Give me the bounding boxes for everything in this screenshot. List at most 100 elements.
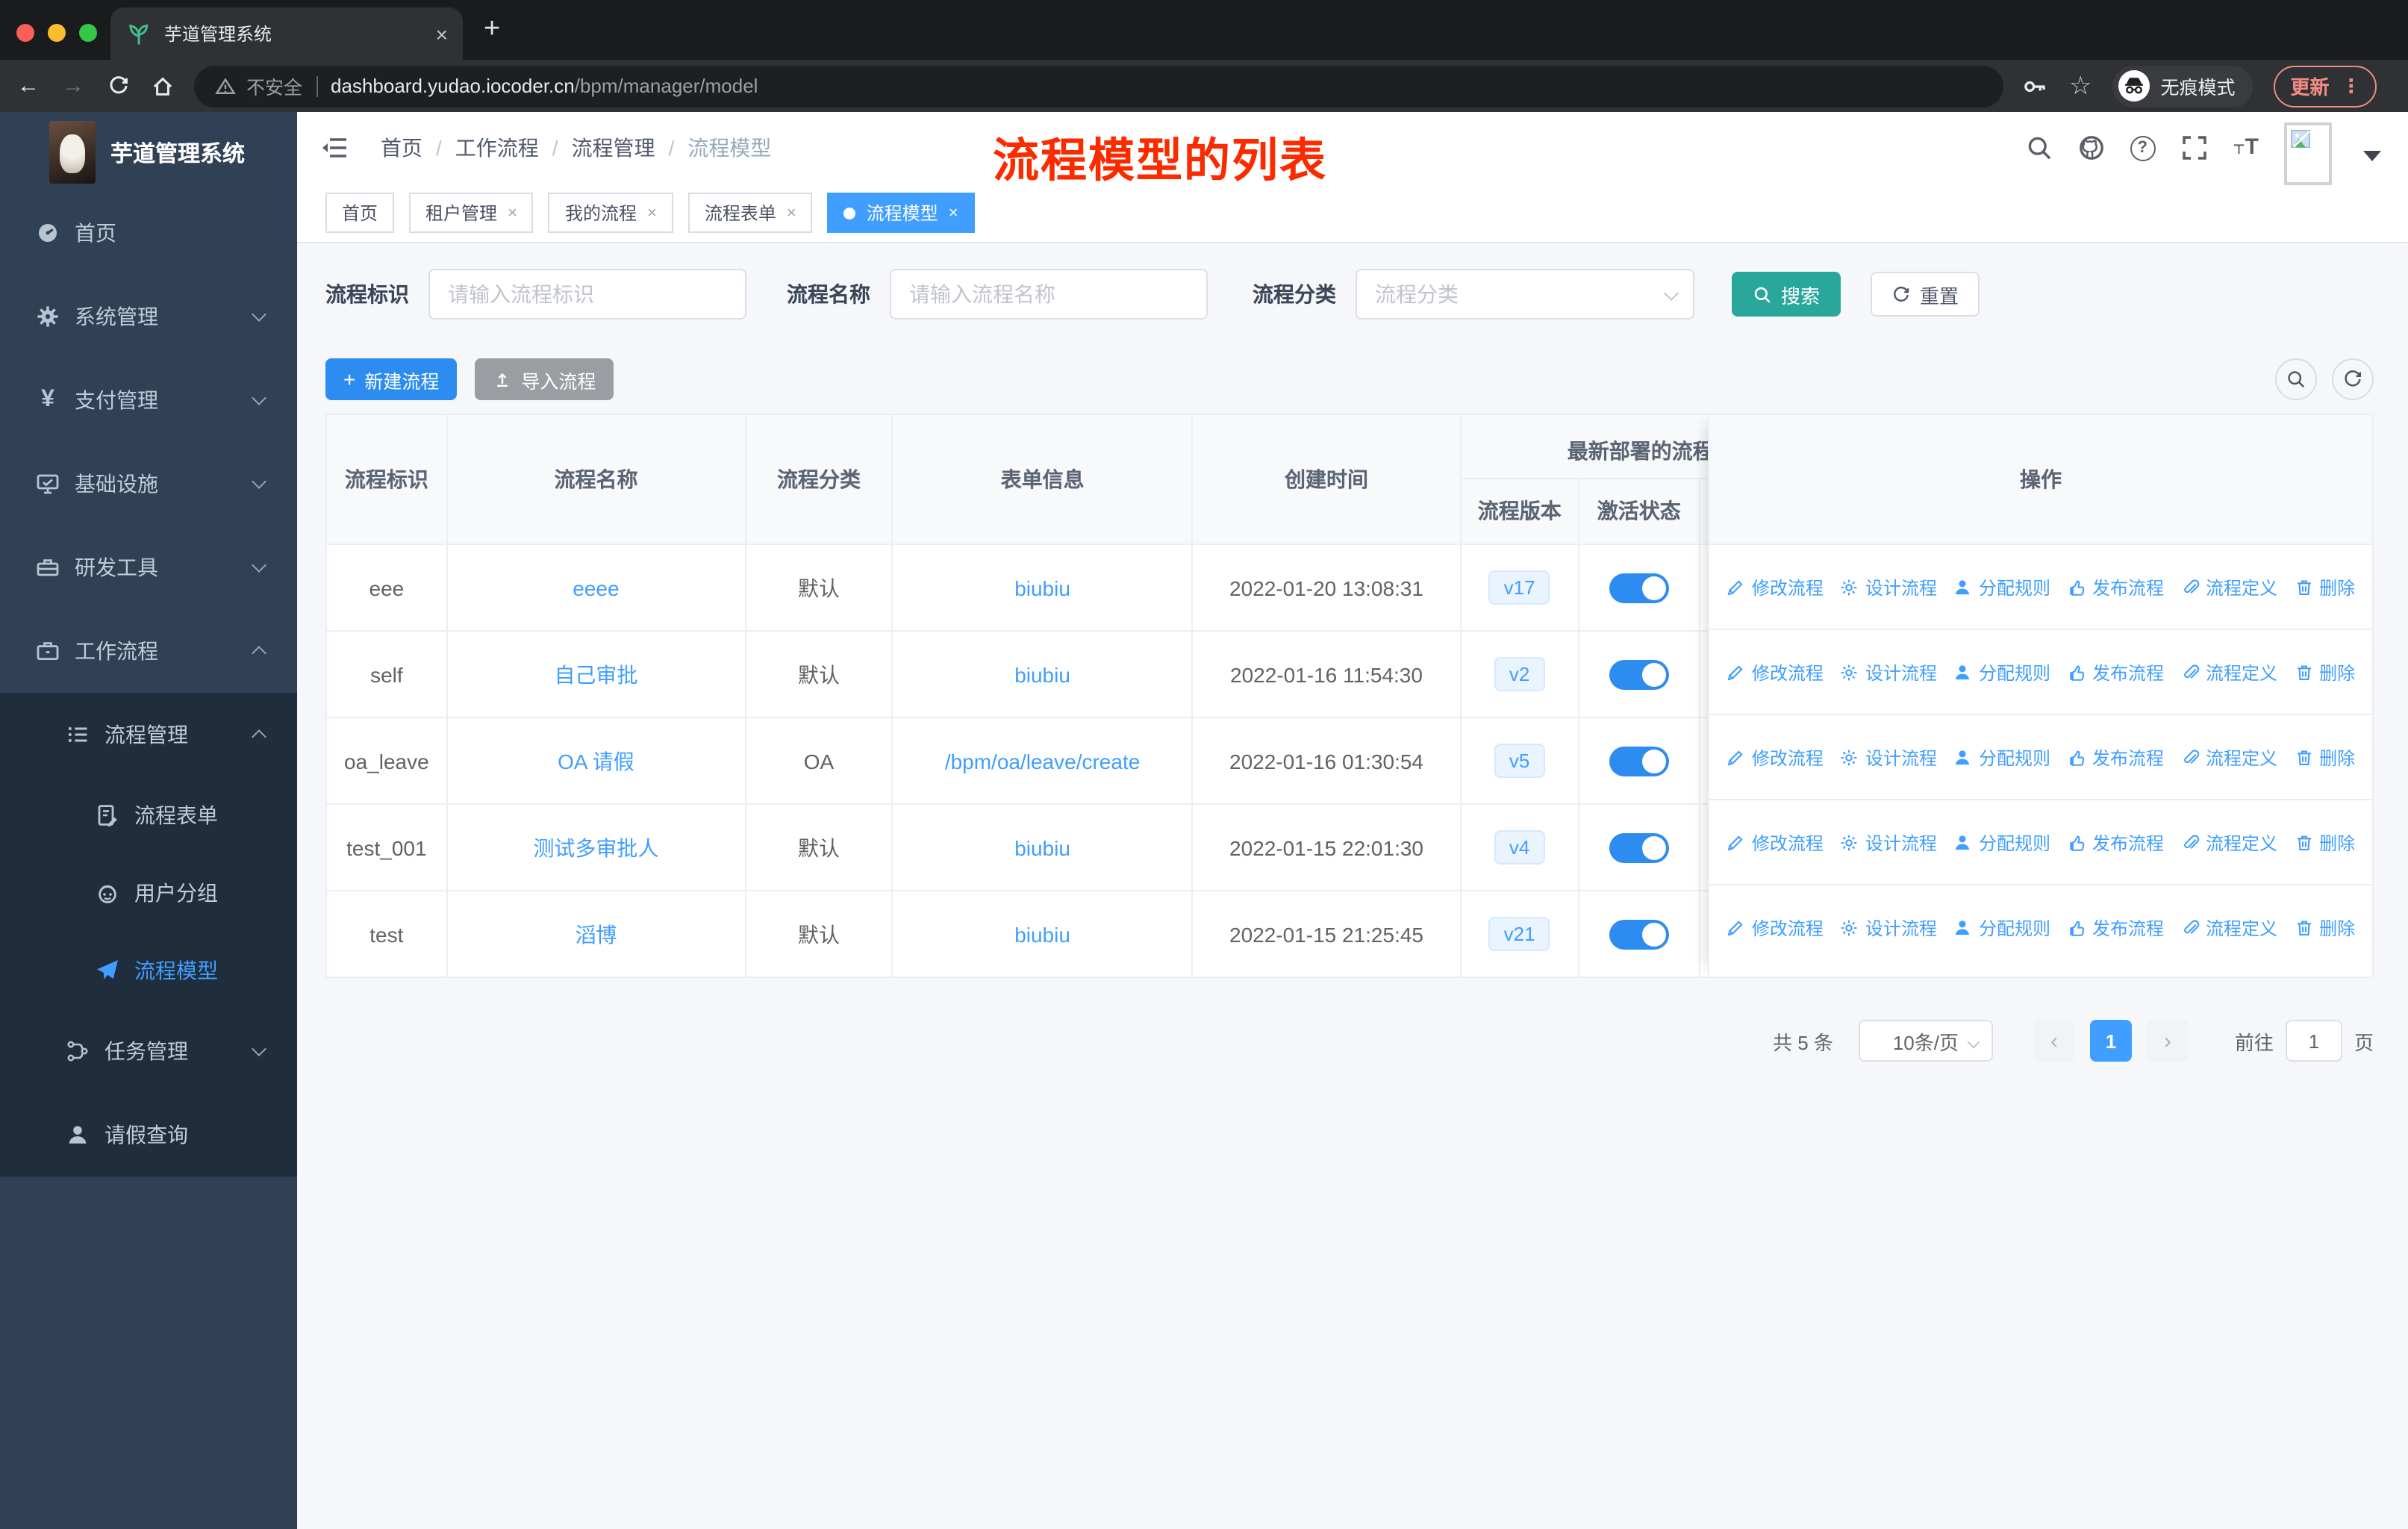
publish-process-link[interactable]: 发布流程: [2067, 744, 2164, 770]
delete-link[interactable]: 删除: [2294, 574, 2355, 600]
sidebar-item-process-form[interactable]: 流程表单: [0, 776, 297, 854]
minimize-window-button[interactable]: [48, 24, 66, 42]
reset-button[interactable]: 重置: [1871, 272, 1980, 317]
reload-icon[interactable]: [96, 75, 140, 97]
breadcrumb-item[interactable]: 工作流程: [455, 133, 539, 163]
sidebar-item-leave-query[interactable]: 请假查询: [0, 1093, 297, 1177]
tag-home[interactable]: 首页: [325, 193, 395, 233]
edit-process-link[interactable]: 修改流程: [1727, 574, 1824, 600]
bookmark-star-icon[interactable]: ☆: [2069, 71, 2092, 101]
process-name-link[interactable]: 测试多审批人: [533, 832, 658, 862]
search-icon[interactable]: [2025, 134, 2052, 161]
version-badge[interactable]: v17: [1488, 570, 1550, 605]
edit-process-link[interactable]: 修改流程: [1727, 744, 1824, 770]
security-label[interactable]: 不安全: [246, 72, 302, 100]
publish-process-link[interactable]: 发布流程: [2067, 574, 2164, 600]
close-window-button[interactable]: [16, 24, 34, 42]
import-process-button[interactable]: 导入流程: [475, 358, 614, 400]
publish-process-link[interactable]: 发布流程: [2067, 829, 2164, 855]
search-button[interactable]: 搜索: [1732, 272, 1841, 317]
app-logo[interactable]: 芋道管理系统: [0, 112, 297, 184]
back-icon[interactable]: ←: [6, 73, 51, 99]
goto-page-input[interactable]: [2285, 1020, 2342, 1062]
avatar-dropdown-icon[interactable]: [2363, 150, 2381, 161]
browser-tab[interactable]: 芋道管理系统 ×: [110, 7, 463, 60]
tag-process-model[interactable]: 流程模型 ×: [827, 193, 975, 233]
sidebar-item-process-management[interactable]: 流程管理: [0, 693, 297, 776]
new-tab-button[interactable]: +: [484, 13, 500, 46]
refresh-table-button[interactable]: [2332, 358, 2374, 400]
delete-link[interactable]: 删除: [2294, 829, 2355, 855]
breadcrumb-item[interactable]: 流程管理: [572, 133, 655, 163]
active-toggle[interactable]: [1609, 919, 1669, 949]
delete-link[interactable]: 删除: [2294, 744, 2355, 770]
process-definition-link[interactable]: 流程定义: [2180, 829, 2277, 855]
sidebar-item-task-management[interactable]: 任务管理: [0, 1009, 297, 1093]
process-definition-link[interactable]: 流程定义: [2180, 574, 2277, 600]
active-toggle[interactable]: [1609, 832, 1669, 862]
filter-category-input[interactable]: [1356, 269, 1694, 320]
show-search-button[interactable]: [2275, 358, 2317, 400]
browser-menu-icon[interactable]: ⋮: [2342, 74, 2361, 98]
publish-process-link[interactable]: 发布流程: [2067, 915, 2164, 940]
version-badge[interactable]: v5: [1494, 744, 1545, 778]
prev-page-button[interactable]: ‹: [2033, 1020, 2075, 1062]
sidebar-item-process-model[interactable]: 流程模型: [0, 932, 297, 1009]
sidebar-item-devtools[interactable]: 研发工具: [0, 526, 297, 609]
delete-link[interactable]: 删除: [2294, 659, 2355, 685]
close-icon[interactable]: ×: [647, 204, 657, 222]
design-process-link[interactable]: 设计流程: [1840, 744, 1937, 770]
maximize-window-button[interactable]: [79, 24, 97, 42]
assign-rule-link[interactable]: 分配规则: [1953, 744, 2050, 770]
design-process-link[interactable]: 设计流程: [1840, 829, 1937, 855]
create-process-button[interactable]: + 新建流程: [325, 358, 458, 400]
sidebar-item-workflow[interactable]: 工作流程: [0, 609, 297, 693]
form-info-link[interactable]: biubiu: [1014, 662, 1070, 686]
close-icon[interactable]: ×: [787, 204, 796, 222]
design-process-link[interactable]: 设计流程: [1840, 574, 1937, 600]
edit-process-link[interactable]: 修改流程: [1727, 659, 1824, 685]
process-definition-link[interactable]: 流程定义: [2180, 744, 2277, 770]
sidebar-item-user-group[interactable]: 用户分组: [0, 854, 297, 932]
fullscreen-icon[interactable]: [2180, 134, 2207, 161]
filter-category-select[interactable]: [1356, 269, 1694, 320]
process-definition-link[interactable]: 流程定义: [2180, 915, 2277, 940]
assign-rule-link[interactable]: 分配规则: [1953, 915, 2050, 940]
version-badge[interactable]: v2: [1494, 657, 1545, 691]
assign-rule-link[interactable]: 分配规则: [1953, 659, 2050, 685]
edit-process-link[interactable]: 修改流程: [1727, 915, 1824, 940]
sidebar-item-system[interactable]: 系统管理: [0, 275, 297, 358]
design-process-link[interactable]: 设计流程: [1840, 915, 1937, 940]
avatar[interactable]: [2284, 122, 2332, 185]
sidebar-fold-icon[interactable]: [321, 136, 348, 160]
address-bar[interactable]: 不安全 dashboard.yudao.iocoder.cn/bpm/manag…: [194, 65, 2003, 107]
publish-process-link[interactable]: 发布流程: [2067, 659, 2164, 685]
next-page-button[interactable]: ›: [2146, 1020, 2189, 1062]
form-info-link[interactable]: biubiu: [1014, 576, 1070, 600]
form-info-link[interactable]: biubiu: [1014, 835, 1070, 859]
assign-rule-link[interactable]: 分配规则: [1953, 829, 2050, 855]
key-icon[interactable]: [2021, 72, 2048, 99]
sidebar-item-home[interactable]: 首页: [0, 191, 297, 275]
process-definition-link[interactable]: 流程定义: [2180, 659, 2277, 685]
form-info-link[interactable]: /bpm/oa/leave/create: [945, 749, 1141, 773]
active-toggle[interactable]: [1609, 659, 1669, 689]
breadcrumb-item[interactable]: 首页: [381, 133, 422, 163]
current-page-button[interactable]: 1: [2089, 1020, 2132, 1062]
filter-name-input[interactable]: [890, 269, 1208, 320]
page-size-select[interactable]: 10条/页: [1858, 1020, 1993, 1062]
close-icon[interactable]: ×: [949, 204, 958, 222]
form-info-link[interactable]: biubiu: [1014, 922, 1070, 946]
help-icon[interactable]: ?: [2130, 135, 2156, 161]
home-icon[interactable]: [140, 74, 185, 98]
tag-process-form[interactable]: 流程表单 ×: [687, 193, 813, 233]
process-name-link[interactable]: 滔博: [575, 919, 617, 949]
tag-my-process[interactable]: 我的流程 ×: [548, 193, 673, 233]
version-badge[interactable]: v4: [1494, 830, 1545, 865]
assign-rule-link[interactable]: 分配规则: [1953, 574, 2050, 600]
github-icon[interactable]: [2077, 134, 2104, 161]
design-process-link[interactable]: 设计流程: [1840, 659, 1937, 685]
font-size-icon[interactable]: ⊤T: [2233, 134, 2259, 161]
active-toggle[interactable]: [1609, 746, 1669, 776]
filter-id-input[interactable]: [428, 269, 746, 320]
